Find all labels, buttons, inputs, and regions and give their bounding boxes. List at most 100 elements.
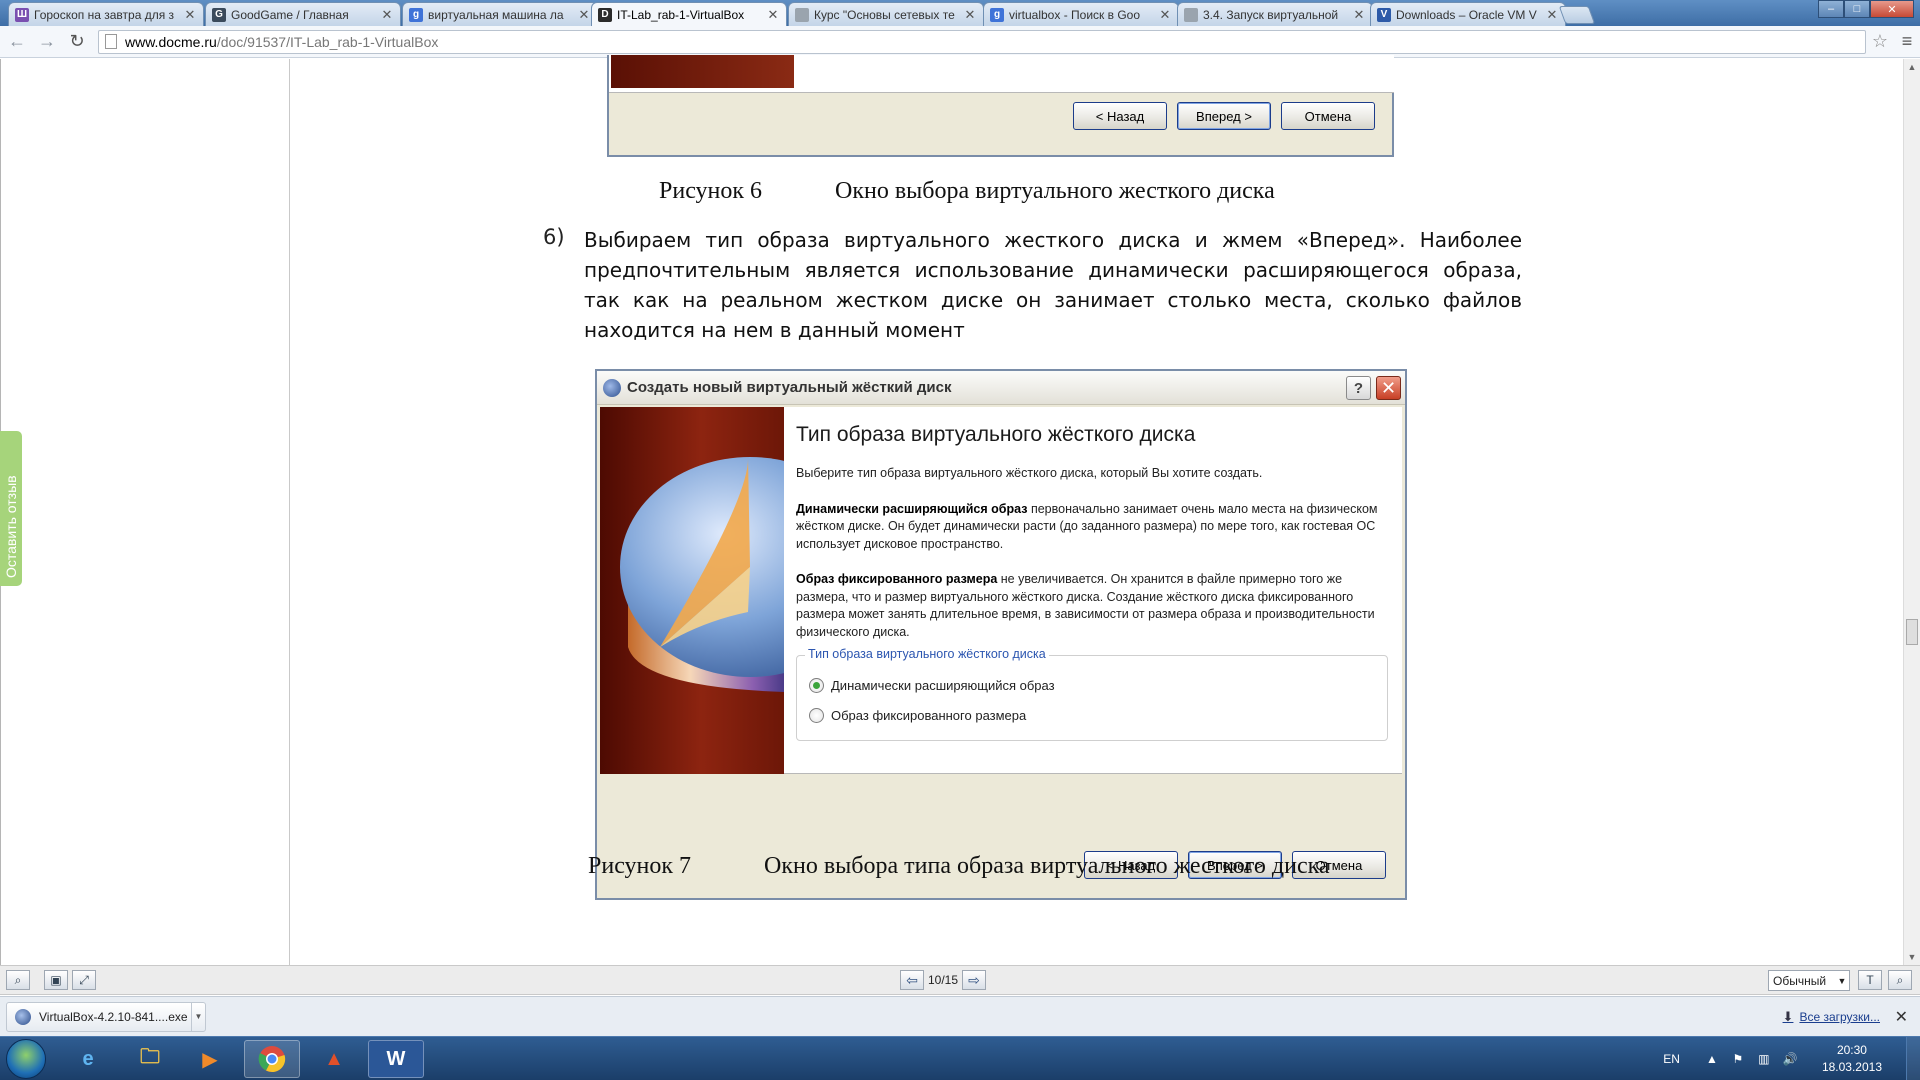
- figure-7-caption: Рисунок 7 Окно выбора типа образа виртуал…: [588, 853, 1330, 880]
- help-button: ?: [1346, 376, 1371, 400]
- file-explorer-icon[interactable]: 🗀: [122, 1040, 178, 1078]
- download-menu-chevron-icon[interactable]: ▼: [191, 1003, 205, 1031]
- tab-close-icon[interactable]: ✕: [1352, 7, 1366, 23]
- scroll-up-arrow-icon[interactable]: ▲: [1904, 59, 1920, 75]
- download-shelf: VirtualBox-4.2.10-841....exe ▼ ⬇ Все заг…: [0, 996, 1920, 1036]
- tab-close-icon[interactable]: ✕: [766, 7, 780, 23]
- feedback-label: Оставить отзыв: [3, 475, 19, 578]
- window-controls: – □ ✕: [1818, 0, 1914, 18]
- previous-page-icon[interactable]: ⇦: [900, 970, 924, 990]
- dialog-intro: Выберите тип образа виртуального жёстког…: [796, 466, 1263, 480]
- next-page-icon[interactable]: ⇨: [962, 970, 987, 990]
- tab-close-icon[interactable]: ✕: [1158, 7, 1172, 23]
- tab-close-icon[interactable]: ✕: [963, 7, 977, 23]
- network-icon[interactable]: ▥: [1756, 1052, 1772, 1066]
- dialog-heading: Тип образа виртуального жёсткого диска: [796, 423, 1196, 446]
- volume-icon[interactable]: 🔊: [1782, 1052, 1798, 1066]
- tab-close-icon[interactable]: ✕: [577, 7, 591, 23]
- hard-disk-illustration: [600, 407, 784, 774]
- feedback-tab[interactable]: Оставить отзыв: [0, 431, 22, 586]
- browser-tab[interactable]: G GoodGame / Главная ✕: [205, 2, 401, 26]
- action-center-flag-icon[interactable]: ⚑: [1730, 1052, 1746, 1066]
- sidebar-divider: [289, 59, 290, 965]
- dialog-content: Тип образа виртуального жёсткого диска В…: [796, 407, 1392, 741]
- internet-explorer-icon[interactable]: e: [60, 1040, 116, 1078]
- option-dynamic-label: Динамически расширяющийся образ: [831, 678, 1055, 693]
- horoscope-icon: Ш: [15, 7, 29, 22]
- minimize-button[interactable]: –: [1818, 0, 1844, 18]
- option-fixed-label: Образ фиксированного размера: [831, 708, 1027, 723]
- browser-tab[interactable]: g виртуальная машина ла ✕: [402, 2, 598, 26]
- chevron-down-icon: ▼: [1837, 975, 1847, 986]
- page-navigator: ⇦ 10/15 ⇨: [900, 970, 987, 990]
- figure-6-title: Окно выбора виртуального жесткого диска: [835, 178, 1275, 204]
- forward-arrow-icon[interactable]: →: [34, 29, 60, 55]
- radio-fixed: [809, 708, 824, 723]
- browser-tab[interactable]: V Downloads – Oracle VM V ✕: [1370, 2, 1566, 26]
- figure-6-number: Рисунок 6: [659, 178, 763, 204]
- document-viewer: Оставить отзыв < Назад Вперед > Отмена Р…: [0, 55, 1920, 965]
- taskbar-clock[interactable]: 20:30 18.03.2013: [1822, 1042, 1882, 1076]
- virtualbox-installer-icon: [15, 1009, 31, 1025]
- viewer-toolbar: ⌕ ▣ ⤢ ⇦ 10/15 ⇨ Обычный ▼ T ⌕: [0, 965, 1920, 995]
- media-player-icon[interactable]: ▶: [182, 1040, 238, 1078]
- fit-page-icon[interactable]: ▣: [44, 970, 68, 990]
- tab-close-icon[interactable]: ✕: [380, 7, 394, 23]
- dynamic-description: Динамически расширяющийся образ первонач…: [796, 501, 1392, 554]
- window-close-button[interactable]: ✕: [1870, 0, 1914, 18]
- text-mode-icon[interactable]: T: [1858, 970, 1882, 990]
- system-tray: EN ▲ ⚑ ▥ 🔊 20:30 18.03.2013: [1663, 1037, 1912, 1080]
- figure-6-panel: [609, 55, 1394, 93]
- fig6-back-button: < Назад: [1073, 102, 1167, 130]
- tab-title: IT-Lab_rab-1-VirtualBox: [617, 7, 745, 22]
- disk-type-groupbox: Тип образа виртуального жёсткого диска Д…: [796, 647, 1388, 741]
- scroll-down-arrow-icon[interactable]: ▼: [1904, 949, 1920, 965]
- back-arrow-icon[interactable]: ←: [4, 29, 30, 55]
- all-downloads-link[interactable]: ⬇ Все загрузки...: [1783, 1009, 1880, 1025]
- browser-tab[interactable]: g virtualbox - Поиск в Goo ✕: [983, 2, 1179, 26]
- zoom-mode-select[interactable]: Обычный ▼: [1768, 970, 1850, 991]
- start-button[interactable]: [6, 1039, 46, 1079]
- menu-icon[interactable]: ≡: [1894, 31, 1920, 52]
- word-icon[interactable]: W: [368, 1040, 424, 1078]
- groupbox-label: Тип образа виртуального жёсткого диска: [805, 647, 1049, 661]
- option-dynamic: Динамически расширяющийся образ: [809, 678, 1055, 693]
- zoom-mode-value: Обычный: [1773, 973, 1827, 988]
- clock-date: 18.03.2013: [1821, 1060, 1882, 1074]
- figure-6-banner: [611, 55, 794, 88]
- fig6-next-button: Вперед >: [1177, 102, 1271, 130]
- tab-title: Downloads – Oracle VM V: [1396, 7, 1537, 22]
- search-icon[interactable]: ⌕: [1888, 970, 1912, 990]
- browser-tab[interactable]: Курс "Основы сетевых те ✕: [788, 2, 984, 26]
- zoom-out-icon[interactable]: ⌕: [6, 970, 30, 990]
- browser-tab[interactable]: 3.4. Запуск виртуальной ✕: [1177, 2, 1373, 26]
- show-desktop-button[interactable]: [1906, 1037, 1920, 1080]
- maximize-button[interactable]: □: [1844, 0, 1870, 18]
- address-bar[interactable]: www.docme.ru/doc/91537/IT-Lab_rab-1-Virt…: [98, 29, 1866, 54]
- new-tab-button[interactable]: [1558, 6, 1596, 24]
- download-item[interactable]: VirtualBox-4.2.10-841....exe ▼: [6, 1002, 206, 1032]
- close-shelf-icon[interactable]: ✕: [1895, 1007, 1908, 1027]
- bookmark-star-icon[interactable]: ☆: [1872, 31, 1888, 52]
- matlab-icon[interactable]: ▲: [306, 1040, 362, 1078]
- figure-7-title: Окно выбора типа образа виртуального жес…: [764, 853, 1330, 879]
- tray-expand-icon[interactable]: ▲: [1704, 1052, 1720, 1066]
- step-number: 6): [543, 225, 565, 249]
- tab-close-icon[interactable]: ✕: [183, 7, 197, 23]
- reload-icon[interactable]: ↻: [64, 29, 90, 55]
- browser-tab[interactable]: D IT-Lab_rab-1-VirtualBox ✕: [591, 2, 787, 26]
- browser-tab[interactable]: Ш Гороскоп на завтра для з ✕: [8, 2, 204, 26]
- url-host: www.docme.ru: [125, 33, 217, 50]
- tab-close-icon[interactable]: ✕: [1545, 7, 1559, 23]
- clock-time: 20:30: [1836, 1043, 1867, 1057]
- virtualbox-icon: V: [1377, 7, 1391, 22]
- figure-7-dialog: Создать новый виртуальный жёсткий диск ?…: [595, 369, 1407, 900]
- vertical-scrollbar[interactable]: ▲ ▼: [1903, 59, 1920, 965]
- dynamic-term: Динамически расширяющийся образ: [796, 501, 1028, 516]
- scroll-thumb[interactable]: [1906, 619, 1918, 645]
- download-filename: VirtualBox-4.2.10-841....exe: [39, 1010, 188, 1024]
- chrome-icon[interactable]: [244, 1040, 300, 1078]
- fullscreen-icon[interactable]: ⤢: [72, 970, 96, 990]
- language-indicator[interactable]: EN: [1663, 1052, 1680, 1066]
- docme-icon: D: [598, 7, 612, 22]
